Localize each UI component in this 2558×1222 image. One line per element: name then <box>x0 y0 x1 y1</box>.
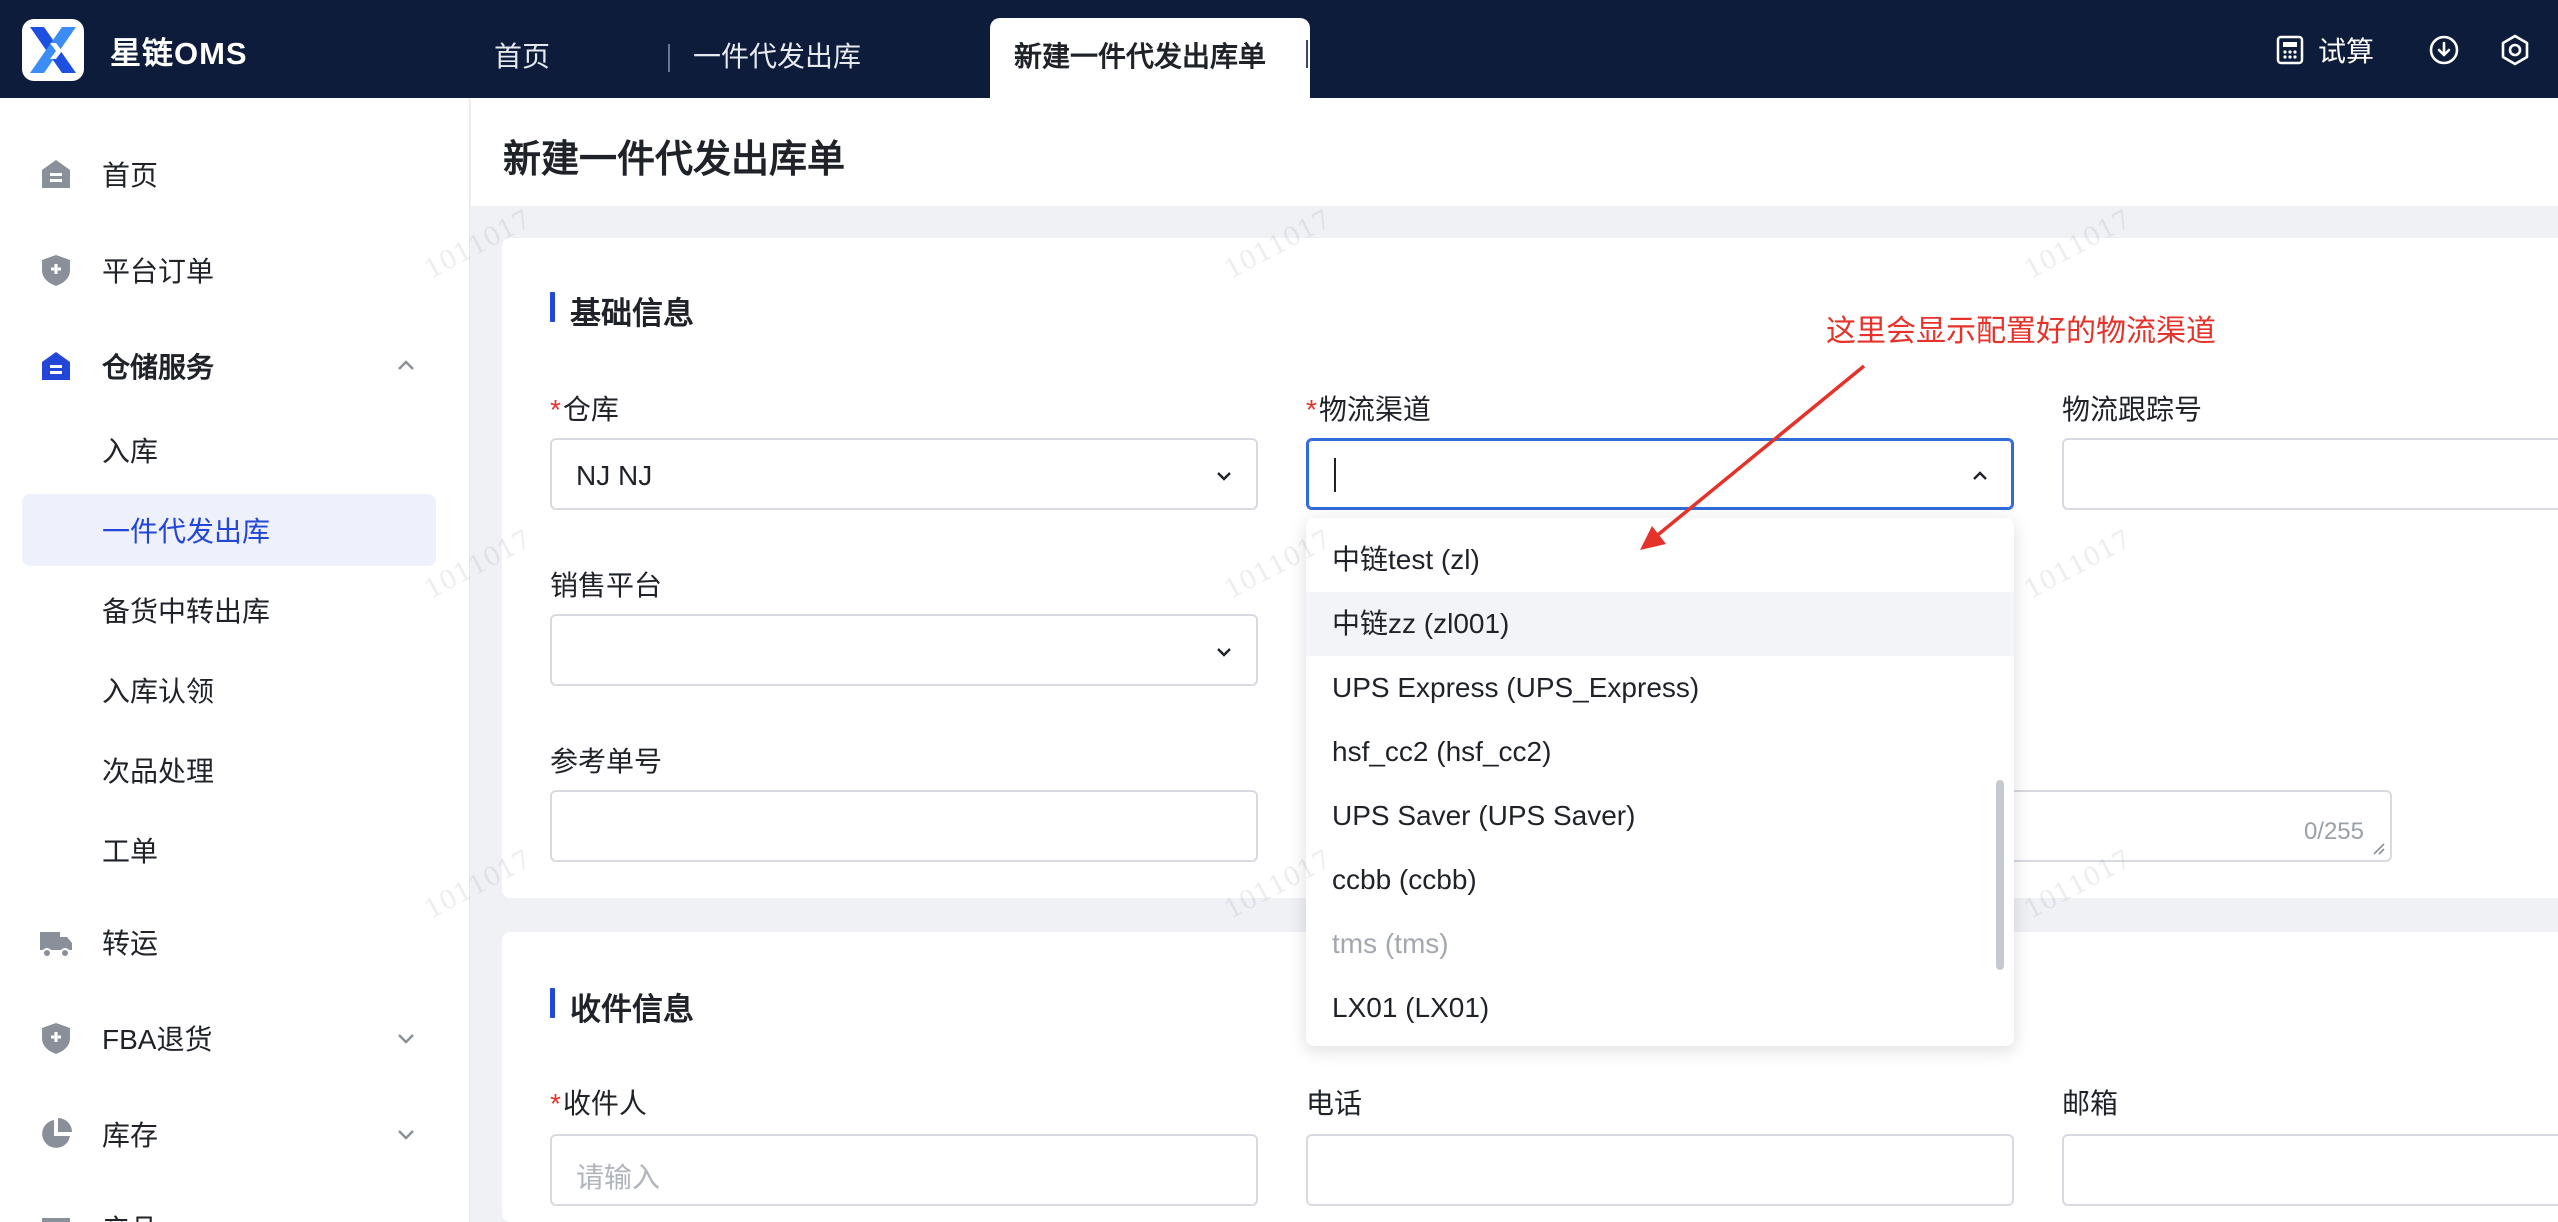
phone-input[interactable] <box>1306 1134 2014 1206</box>
char-counter: 0/255 <box>2303 818 2364 845</box>
box-icon <box>42 1218 70 1222</box>
tab-dropship-outbound[interactable]: 一件代发出库 <box>693 0 861 98</box>
shield-icon <box>42 1023 70 1054</box>
home-icon <box>42 160 70 188</box>
sidebar-item-platform-orders[interactable]: 平台订单 <box>0 234 470 306</box>
page-title: 新建一件代发出库单 <box>503 139 846 181</box>
reference-label: 参考单号 <box>550 746 663 777</box>
pie-chart-icon <box>42 1118 72 1148</box>
shield-icon <box>42 255 70 286</box>
warehouse-icon <box>42 352 70 380</box>
chevron-up-icon <box>398 360 414 370</box>
trial-calc-label: 试算 <box>2318 36 2375 67</box>
logistics-channel-select[interactable] <box>1306 438 2014 510</box>
trial-calc-button[interactable]: 试算 <box>2276 26 2374 74</box>
logo-icon <box>30 27 76 73</box>
channel-label: *物流渠道 <box>1306 394 1431 425</box>
settings-button[interactable] <box>2498 26 2532 74</box>
sidebar-item-warehouse-services[interactable]: 仓储服务 <box>0 330 470 402</box>
sidebar: 首页 平台订单 仓储服务 入库 一件代发出库 备货中转出库 入库认领 次品处理 … <box>0 98 470 1222</box>
sidebar-item-inventory[interactable]: 库存 <box>0 1098 470 1170</box>
recipient-name-label: *收件人 <box>550 1088 647 1119</box>
platform-label: 销售平台 <box>550 570 663 601</box>
sidebar-item-home[interactable]: 首页 <box>0 138 470 210</box>
dropdown-scrollbar[interactable] <box>1996 780 2004 970</box>
top-bar: 星链OMS 首页 一件代发出库 新建一件代发出库单 试算 <box>0 0 2558 98</box>
required-mark: * <box>550 394 561 425</box>
tab-divider <box>1306 40 1308 68</box>
sidebar-item-products[interactable]: 产品 <box>0 1192 470 1222</box>
sidebar-item-fba-returns[interactable]: FBA退货 <box>0 1002 470 1074</box>
dropdown-option-disabled: tms (tms) <box>1332 928 1449 959</box>
section-title-recipient: 收件信息 <box>550 984 694 1029</box>
truck-icon <box>40 932 72 958</box>
warehouse-select[interactable]: NJ NJ <box>550 438 1258 510</box>
download-icon <box>2429 35 2459 65</box>
warehouse-label: *仓库 <box>550 394 619 425</box>
tab-divider <box>668 44 670 72</box>
dropdown-option[interactable]: ccbb (ccbb) <box>1306 848 2014 912</box>
reference-number-input[interactable] <box>550 790 1258 862</box>
tracking-number-input[interactable] <box>2062 438 2558 510</box>
page-header: 新建一件代发出库单 <box>471 98 2558 206</box>
calculator-icon <box>2276 35 2304 65</box>
chevron-down-icon <box>1217 648 1231 657</box>
text-caret <box>1334 458 1336 492</box>
sidebar-sub-inbound[interactable]: 入库 <box>22 414 436 486</box>
tracking-label: 物流跟踪号 <box>2062 394 2203 425</box>
sidebar-item-transfer[interactable]: 转运 <box>0 906 470 978</box>
dropdown-option[interactable]: hsf_cc2 (hsf_cc2) <box>1306 720 2014 784</box>
resize-handle-icon[interactable] <box>2372 842 2386 856</box>
sidebar-sub-work-order[interactable]: 工单 <box>22 814 436 886</box>
sidebar-sub-transit-outbound[interactable]: 备货中转出库 <box>22 574 436 646</box>
phone-label: 电话 <box>1306 1088 1363 1119</box>
chevron-down-icon <box>398 1130 414 1140</box>
chevron-down-icon <box>398 1034 414 1044</box>
sidebar-sub-inbound-claim[interactable]: 入库认领 <box>22 654 436 726</box>
annotation-text: 这里会显示配置好的物流渠道 <box>1826 315 2216 348</box>
tab-new-dropship-order[interactable]: 新建一件代发出库单 <box>990 18 1310 98</box>
chevron-down-icon <box>1217 472 1231 481</box>
gear-icon <box>2501 34 2529 66</box>
email-label: 邮箱 <box>2062 1088 2119 1119</box>
sales-platform-select[interactable] <box>550 614 1258 686</box>
dropdown-option[interactable]: 中链test (zl) <box>1306 528 2014 592</box>
email-input[interactable] <box>2062 1134 2558 1206</box>
logistics-channel-dropdown: 中链test (zl) 中链zz (zl001) UPS Express (UP… <box>1306 518 2014 1046</box>
required-mark: * <box>1306 394 1317 425</box>
sidebar-sub-dropship-outbound[interactable]: 一件代发出库 <box>22 494 436 566</box>
download-button[interactable] <box>2428 26 2460 74</box>
dropdown-option[interactable]: UPS Express (UPS_Express) <box>1306 656 2014 720</box>
chevron-up-icon <box>1973 471 1987 480</box>
tab-home[interactable]: 首页 <box>494 0 550 98</box>
dropdown-option[interactable]: LX01 (LX01) <box>1306 976 2014 1040</box>
dropdown-option[interactable]: 中链zz (zl001) <box>1306 592 2014 656</box>
sidebar-sub-defective-handling[interactable]: 次品处理 <box>22 734 436 806</box>
section-title-basic: 基础信息 <box>550 288 694 333</box>
app-logo[interactable] <box>22 19 84 81</box>
brand-name: 星链OMS <box>110 36 248 71</box>
required-mark: * <box>550 1088 561 1119</box>
recipient-name-input[interactable]: 请输入 <box>550 1134 1258 1206</box>
dropdown-option[interactable]: UPS Saver (UPS Saver) <box>1306 784 2014 848</box>
